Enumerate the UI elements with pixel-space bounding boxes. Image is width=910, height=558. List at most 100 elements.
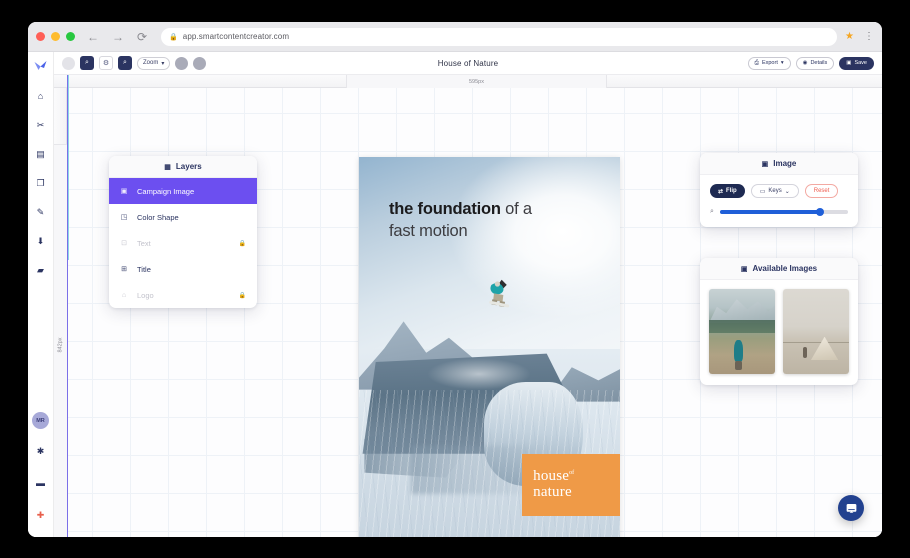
settings-button[interactable]: ⚙ bbox=[99, 56, 113, 70]
sidebar-item-settings[interactable]: ✱ bbox=[31, 441, 51, 461]
sidebar-item-download[interactable]: ⬇ bbox=[31, 231, 51, 251]
sidebar-item-edit[interactable]: ✎ bbox=[31, 202, 51, 222]
desert-tent-thumbnail[interactable] bbox=[783, 289, 849, 374]
video-camera-icon: ▬ bbox=[36, 478, 45, 488]
poster-logo-block[interactable]: houseof nature bbox=[522, 454, 620, 516]
collaborator-avatar-1[interactable] bbox=[175, 57, 188, 70]
back-icon[interactable]: ← bbox=[87, 31, 99, 43]
poster-headline[interactable]: the foundation of a fast motion bbox=[389, 199, 593, 243]
flip-button[interactable]: ⇄ Flip bbox=[710, 184, 745, 198]
layer-item-label: Logo bbox=[137, 291, 154, 300]
reload-icon[interactable]: ⟳ bbox=[137, 31, 147, 43]
gear-icon: ✱ bbox=[37, 446, 45, 457]
document-icon: ▤ bbox=[36, 149, 45, 160]
scissors-icon: ✂ bbox=[37, 120, 45, 131]
canvas-area[interactable]: 595px 842px bbox=[54, 75, 882, 537]
logo-layer-icon: ⌂ bbox=[120, 292, 128, 299]
headline-light-part: of a bbox=[501, 200, 532, 218]
layer-item-logo[interactable]: ⌂ Logo 🔒 bbox=[109, 282, 257, 308]
keys-icon: ▭ bbox=[760, 188, 766, 195]
save-button[interactable]: ▣ Save bbox=[839, 57, 874, 70]
layers-icon: ▦ bbox=[164, 163, 171, 171]
thumbnail-horizon-line bbox=[783, 342, 849, 343]
image-zoom-slider[interactable]: ⌕ bbox=[710, 208, 848, 216]
browser-menu-icon[interactable]: ⋮ bbox=[864, 32, 874, 42]
export-button-label: Export bbox=[762, 60, 778, 66]
window-traffic-lights[interactable] bbox=[36, 32, 75, 41]
folder-icon: ▰ bbox=[37, 265, 44, 276]
save-button-label: Save bbox=[854, 60, 867, 66]
headline-line2: fast motion bbox=[389, 222, 468, 240]
ruler-height-label: 842px bbox=[58, 337, 64, 352]
image-panel-body: ⇄ Flip ▭ Keys ⌄ Reset bbox=[700, 175, 858, 227]
chat-icon bbox=[845, 502, 858, 515]
sidebar-item-help[interactable]: ✚ bbox=[31, 505, 51, 525]
toolbar-right-group: ⎙ Export ▾ ◉ Details ▣ Save bbox=[748, 57, 874, 70]
workspace: ⌕ ⚙ ⌕ Zoom ▾ bbox=[54, 52, 882, 537]
layer-item-title[interactable]: ⊞ Title bbox=[109, 256, 257, 282]
sidebar-item-copy[interactable]: ❐ bbox=[31, 173, 51, 193]
hiker-mountain-thumbnail[interactable] bbox=[709, 289, 775, 374]
layer-item-label: Campaign Image bbox=[137, 187, 194, 196]
info-icon: ◉ bbox=[803, 60, 808, 66]
available-images-panel: ▣ Available Images bbox=[700, 258, 858, 385]
close-window-button[interactable] bbox=[36, 32, 45, 41]
headline-bold-part: the foundation bbox=[389, 200, 501, 218]
flip-button-label: Flip bbox=[726, 188, 737, 194]
zoom-out-button[interactable]: ⌕ bbox=[118, 56, 132, 70]
chevron-down-icon: ▾ bbox=[161, 60, 164, 67]
layer-item-campaign-image[interactable]: ▣ Campaign Image bbox=[109, 178, 257, 204]
avatar[interactable]: MR bbox=[32, 412, 49, 429]
slider-thumb[interactable] bbox=[816, 208, 824, 216]
image-panel-title: Image bbox=[773, 159, 796, 168]
layer-item-color-shape[interactable]: ◳ Color Shape bbox=[109, 204, 257, 230]
snowboarder-figure bbox=[483, 271, 517, 319]
sidebar-item-folder[interactable]: ▰ bbox=[31, 260, 51, 280]
zoom-in-button[interactable]: ⌕ bbox=[80, 56, 94, 70]
layers-panel-title: Layers bbox=[176, 162, 202, 171]
layer-item-text[interactable]: ⊡ Text 🔒 bbox=[109, 230, 257, 256]
browser-window: ← → ⟳ 🔒 app.smartcontentcreator.com ★ ⋮ bbox=[28, 22, 882, 537]
address-bar[interactable]: 🔒 app.smartcontentcreator.com bbox=[161, 28, 837, 46]
keys-dropdown-label: Keys bbox=[768, 188, 781, 194]
bookmark-star-icon[interactable]: ★ bbox=[845, 31, 854, 42]
browser-nav-buttons[interactable]: ← → ⟳ bbox=[87, 31, 147, 43]
reset-button[interactable]: Reset bbox=[805, 184, 839, 198]
lock-icon[interactable]: 🔒 bbox=[239, 240, 246, 247]
canvas-guide-accent bbox=[68, 75, 69, 260]
export-button[interactable]: ⎙ Export ▾ bbox=[748, 57, 791, 70]
toolbar-avatar-placeholder[interactable] bbox=[62, 57, 75, 70]
slider-track[interactable] bbox=[720, 210, 848, 214]
editor-toolbar: ⌕ ⚙ ⌕ Zoom ▾ bbox=[54, 52, 882, 75]
zoom-dropdown[interactable]: Zoom ▾ bbox=[137, 57, 170, 70]
sidebar-item-home[interactable]: ⌂ bbox=[31, 86, 51, 106]
thumbnail-treeline bbox=[709, 320, 775, 334]
image-icon: ▣ bbox=[741, 265, 748, 273]
layer-item-label: Text bbox=[137, 239, 151, 248]
minimize-window-button[interactable] bbox=[51, 32, 60, 41]
sidebar-item-documents[interactable]: ▤ bbox=[31, 144, 51, 164]
keys-dropdown[interactable]: ▭ Keys ⌄ bbox=[751, 184, 799, 198]
desktop-background: ← → ⟳ 🔒 app.smartcontentcreator.com ★ ⋮ bbox=[0, 0, 910, 558]
forward-icon[interactable]: → bbox=[112, 31, 124, 43]
chat-support-button[interactable] bbox=[838, 495, 864, 521]
collaborator-avatar-2[interactable] bbox=[193, 57, 206, 70]
image-layer-icon: ▣ bbox=[120, 187, 128, 195]
layer-item-label: Color Shape bbox=[137, 213, 179, 222]
browser-chrome-actions[interactable]: ★ ⋮ bbox=[845, 31, 874, 42]
details-button[interactable]: ◉ Details bbox=[796, 57, 835, 70]
layers-panel-header: ▦ Layers bbox=[109, 156, 257, 178]
lock-icon[interactable]: 🔒 bbox=[239, 292, 246, 299]
search-icon: ⌕ bbox=[123, 59, 127, 67]
export-icon: ⎙ bbox=[755, 60, 759, 67]
app-logo-icon[interactable] bbox=[34, 58, 47, 76]
image-panel-header: ▣ Image bbox=[700, 153, 858, 175]
toolbar-left-group: ⌕ ⚙ ⌕ Zoom ▾ bbox=[62, 56, 206, 70]
reset-button-label: Reset bbox=[814, 188, 830, 194]
maximize-window-button[interactable] bbox=[66, 32, 75, 41]
sidebar-item-magic[interactable]: ✂ bbox=[31, 115, 51, 135]
poster-artboard[interactable]: the foundation of a fast motion houseof … bbox=[359, 157, 620, 537]
title-layer-icon: ⊞ bbox=[120, 265, 128, 273]
sidebar-item-video[interactable]: ▬ bbox=[31, 473, 51, 493]
logo-word-of: of bbox=[569, 470, 574, 476]
